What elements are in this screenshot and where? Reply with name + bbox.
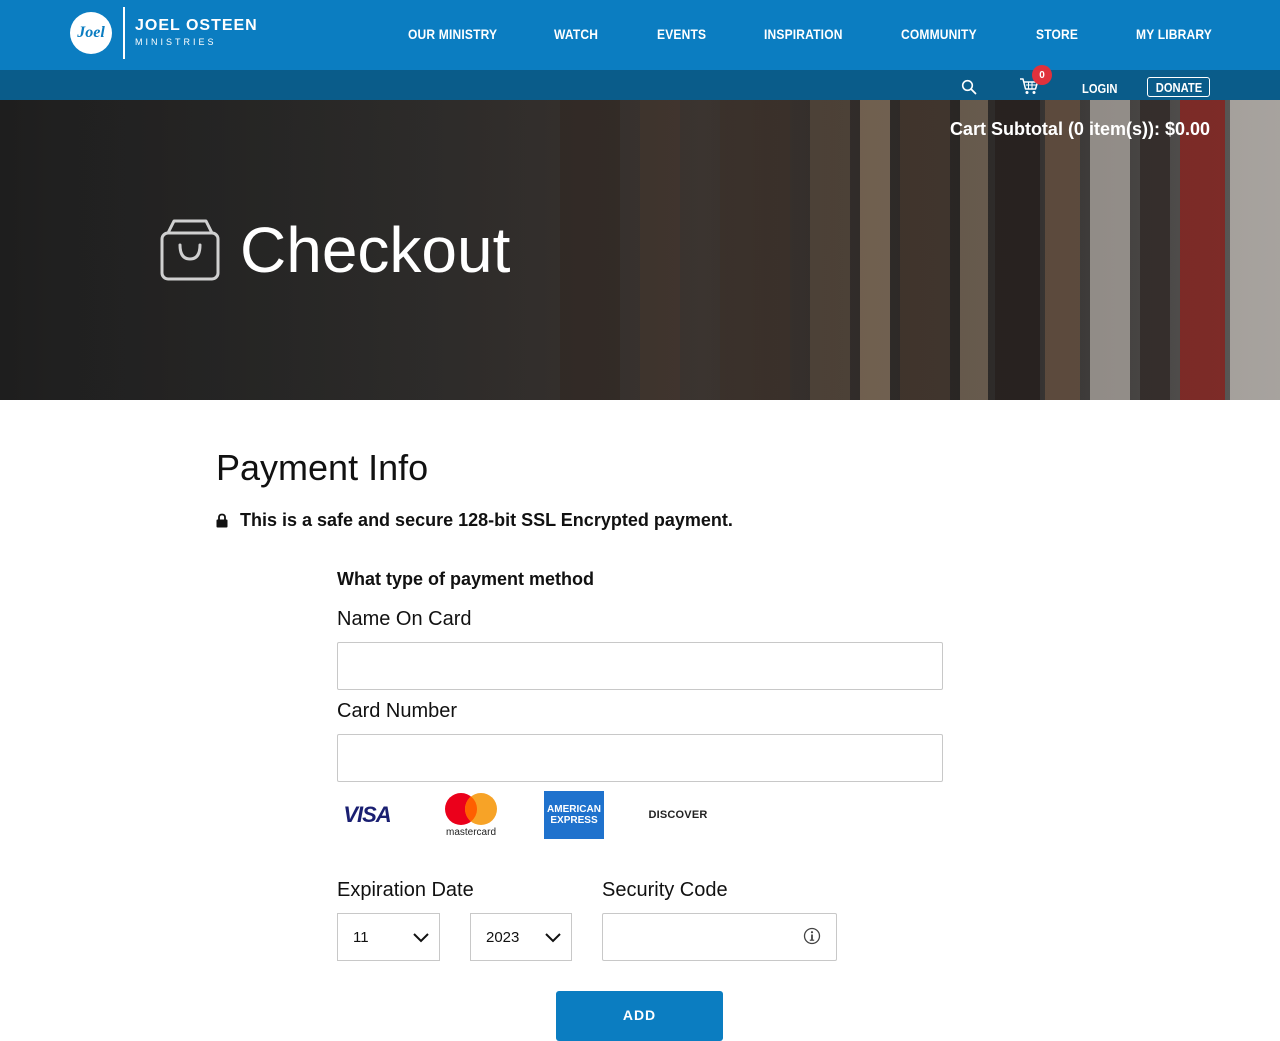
logo-mark: Joel <box>70 12 112 54</box>
amex-logo: AMERICAN EXPRESS <box>544 791 604 839</box>
expiration-month-value: 11 <box>353 928 369 946</box>
logo-main-text: JOEL OSTEEN <box>135 17 258 34</box>
page-title: Checkout <box>240 214 511 286</box>
hero-heading: Checkout <box>160 218 510 282</box>
payment-info-heading: Payment Info <box>216 447 429 488</box>
chevron-down-icon <box>545 933 561 943</box>
discover-logo: DISCOVER <box>648 809 708 821</box>
logo-sub-text: MINISTRIES <box>135 37 217 47</box>
nav-community[interactable]: COMMUNITY <box>901 26 977 42</box>
mastercard-logo: mastercard <box>440 791 502 839</box>
secure-payment-note: This is a safe and secure 128-bit SSL En… <box>216 510 733 531</box>
expiration-year-select[interactable]: 2023 <box>470 913 572 961</box>
lock-icon <box>216 513 228 528</box>
nav-inspiration[interactable]: INSPIRATION <box>764 26 843 42</box>
logo-wordmark: JOEL OSTEEN MINISTRIES <box>135 18 258 48</box>
nav-store[interactable]: STORE <box>1036 26 1078 42</box>
cart-count-badge: 0 <box>1032 65 1052 85</box>
nav-our-ministry[interactable]: OUR MINISTRY <box>408 26 497 42</box>
shopping-bag-icon <box>160 219 220 281</box>
donate-button[interactable]: DONATE <box>1147 77 1210 97</box>
amex-line-1: AMERICAN <box>547 804 601 815</box>
nav-my-library[interactable]: MY LIBRARY <box>1136 26 1212 42</box>
name-on-card-input[interactable] <box>337 642 943 690</box>
security-code-input[interactable] <box>602 913 837 961</box>
search-icon[interactable] <box>961 79 977 95</box>
info-icon[interactable] <box>803 927 821 945</box>
cart-subtotal: Cart Subtotal (0 item(s)): $0.00 <box>949 119 1210 139</box>
donate-label: DONATE <box>1155 79 1202 95</box>
card-number-label: Card Number <box>337 700 458 722</box>
amex-line-2: EXPRESS <box>550 815 598 826</box>
mastercard-wordmark: mastercard <box>445 827 496 838</box>
nav-watch[interactable]: WATCH <box>554 26 598 42</box>
card-number-input[interactable] <box>337 734 943 782</box>
expiration-year-value: 2023 <box>486 928 520 946</box>
login-link[interactable]: LOGIN <box>1082 81 1117 96</box>
security-code-label: Security Code <box>602 879 728 901</box>
add-payment-button[interactable]: ADD <box>556 991 723 1041</box>
payment-method-label: What type of payment method <box>337 569 595 589</box>
expiration-date-label: Expiration Date <box>337 879 474 901</box>
logo-divider <box>123 7 125 59</box>
nav-events[interactable]: EVENTS <box>657 26 706 42</box>
mastercard-circles-icon <box>445 793 497 825</box>
name-on-card-label: Name On Card <box>337 608 472 630</box>
site-logo[interactable]: Joel JOEL OSTEEN MINISTRIES <box>70 7 258 59</box>
visa-logo: VISA <box>343 802 391 827</box>
expiration-month-select[interactable]: 11 <box>337 913 440 961</box>
secure-note-text: This is a safe and secure 128-bit SSL En… <box>240 510 733 530</box>
top-navigation: Joel JOEL OSTEEN MINISTRIES OUR MINISTRY… <box>0 0 1280 70</box>
chevron-down-icon <box>413 933 429 943</box>
